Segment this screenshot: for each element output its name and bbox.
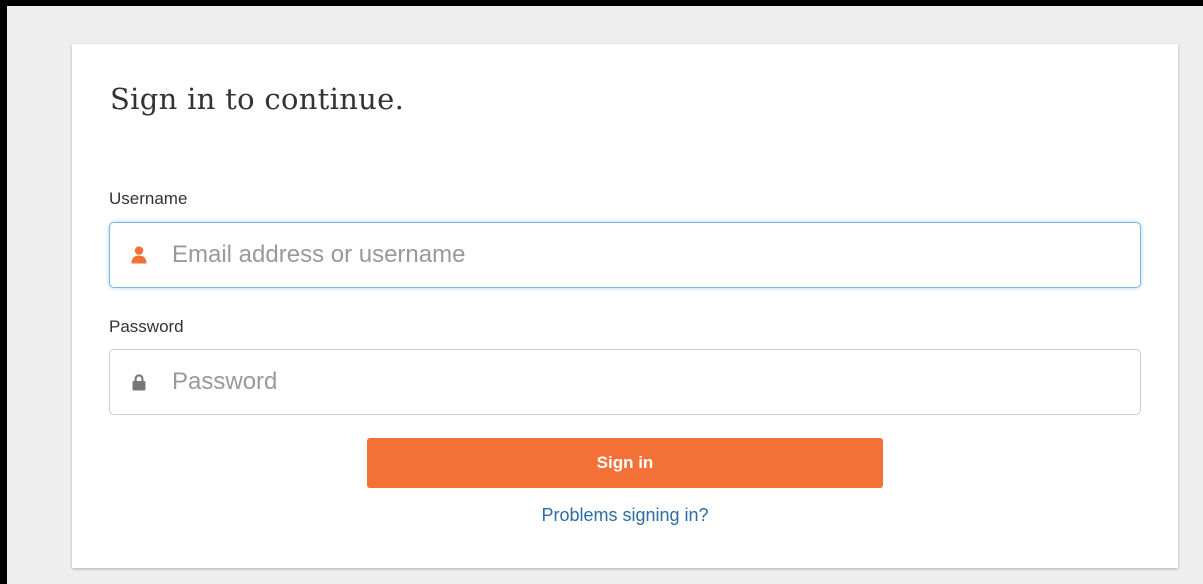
username-input[interactable] [172,241,1122,269]
password-input[interactable] [172,368,1122,396]
page-background: Sign in to continue. Username Password S… [7,6,1203,584]
problems-signing-in-link[interactable]: Problems signing in? [72,505,1178,526]
signin-card: Sign in to continue. Username Password S… [72,44,1178,568]
lock-icon [130,372,148,392]
page-title: Sign in to continue. [110,82,405,116]
username-label: Username [109,189,188,208]
sign-in-button[interactable]: Sign in [367,438,883,488]
user-icon [130,245,148,265]
password-field[interactable] [109,349,1141,415]
username-field[interactable] [109,222,1141,288]
password-label: Password [109,317,184,336]
